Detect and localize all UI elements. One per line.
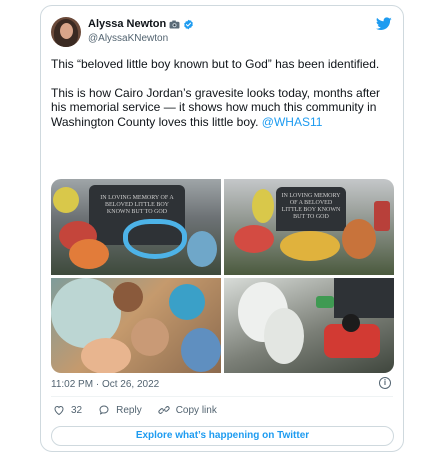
tweet-paragraph-2: This is how Cairo Jordan’s gravesite loo…: [51, 86, 396, 130]
stuffed-animal: [169, 284, 205, 320]
gravestone: [334, 278, 394, 318]
reply-bubble-icon: [99, 405, 109, 415]
teddy-bear: [131, 318, 169, 356]
author-avatar[interactable]: [51, 17, 81, 47]
media-grid: IN LOVING MEMORY OF A BELOVED LITTLE BOY…: [51, 179, 394, 373]
gravestone-inscription: IN LOVING MEMORY OF A BELOVED LITTLE BOY…: [281, 193, 341, 220]
info-icon[interactable]: i: [379, 377, 391, 389]
flowers: [69, 239, 109, 269]
tweet-paragraph-1: This “beloved little boy known but to Go…: [51, 57, 380, 71]
reply-button[interactable]: Reply: [98, 404, 142, 416]
flowers: [280, 231, 340, 261]
link-icon: [158, 406, 170, 414]
teddy-bear: [113, 282, 143, 312]
mention-link[interactable]: @WHAS11: [262, 115, 323, 129]
avatar-face: [60, 23, 73, 39]
flowers: [252, 189, 274, 223]
photo-gravesite-heart-balloon[interactable]: IN LOVING MEMORY OF A BELOVED LITTLE BOY…: [51, 179, 221, 275]
like-button[interactable]: 32: [53, 404, 82, 416]
divider: [51, 396, 393, 397]
flowers: [187, 231, 217, 267]
copy-link-label: Copy link: [175, 404, 217, 416]
photo-stuffed-animals[interactable]: [51, 278, 221, 373]
explore-button[interactable]: Explore what’s happening on Twitter: [51, 426, 394, 446]
flowers: [342, 219, 376, 259]
tweet-paragraph-2-text: This is how Cairo Jordan’s gravesite loo…: [51, 85, 381, 129]
heart-icon: [54, 405, 64, 416]
stuffed-animal: [181, 328, 221, 372]
teddy-bear: [81, 338, 131, 373]
toy-car-small: [316, 296, 334, 308]
gravestone-inscription: IN LOVING MEMORY OF A BELOVED LITTLE BOY…: [100, 195, 174, 215]
camera-emoji-icon: [169, 19, 180, 29]
reply-label: Reply: [116, 404, 142, 416]
twitter-bird-icon[interactable]: [376, 17, 392, 31]
flag: [374, 201, 390, 231]
tweet-card[interactable]: Alyssa Newton @AlyssaKNewton This “belov…: [40, 5, 404, 452]
author-handle[interactable]: @AlyssaKNewton: [88, 33, 168, 44]
tweet-timestamp[interactable]: 11:02 PM · Oct 26, 2022: [51, 379, 159, 390]
toy-figure: [342, 314, 360, 332]
tweet-actions: 32 Reply Copy link: [53, 404, 233, 416]
copy-link-button[interactable]: Copy link: [158, 404, 217, 416]
heart-balloon: [123, 219, 187, 259]
photo-toy-car-flowers[interactable]: [224, 278, 394, 373]
author-name-row: Alyssa Newton: [88, 18, 194, 30]
photo-gravesite-wide[interactable]: IN LOVING MEMORY OF A BELOVED LITTLE BOY…: [224, 179, 394, 275]
white-flower: [264, 308, 304, 364]
flowers: [234, 225, 274, 253]
tweet-text: This “beloved little boy known but to Go…: [51, 57, 396, 143]
like-count: 32: [71, 404, 83, 416]
verified-badge-icon: [184, 19, 194, 29]
author-name[interactable]: Alyssa Newton: [88, 18, 166, 30]
flowers: [53, 187, 79, 213]
